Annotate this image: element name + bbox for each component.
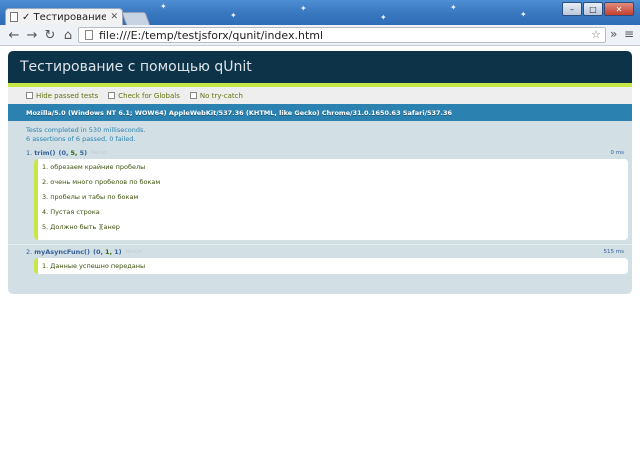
result-assertions: 6 assertions of 6 passed, 0 failed. <box>26 135 136 143</box>
passed-count: 1, <box>105 247 113 256</box>
rerun-link[interactable]: Rerun <box>91 150 107 156</box>
test-runtime: 0 ms <box>610 149 624 156</box>
tab-title: ✓ Тестирование с помощ <box>22 11 107 23</box>
test-counts: (0, 5, 5) <box>58 149 87 157</box>
page-viewport: Тестирование с помощью qUnit Hide passed… <box>0 46 640 460</box>
home-button[interactable]: ⌂ <box>60 27 76 43</box>
no-try-catch-checkbox[interactable]: No try-catch <box>189 92 243 100</box>
star-icon: ✦ <box>520 10 527 19</box>
back-button[interactable]: ← <box>6 27 22 43</box>
check-globals-checkbox[interactable]: Check for Globals <box>108 92 180 100</box>
check-globals-label[interactable]: Check for Globals <box>118 92 180 100</box>
failed-count: (0, <box>58 148 69 157</box>
total-count: 1) <box>114 247 122 256</box>
test-item-my-async-func[interactable]: 2. myAsyncFunc() (0, 1, 1) Rerun 515 ms <box>8 245 632 258</box>
list-item: 4. Пустая строка <box>42 207 100 216</box>
window-titlebar: ✦ ✦ ✦ ✦ ✦ ✦ ✓ Тестирование с помощ ✕ – □… <box>0 0 640 26</box>
forward-button[interactable]: → <box>24 27 40 43</box>
close-button[interactable]: ✕ <box>604 2 634 16</box>
star-icon: ✦ <box>230 11 237 20</box>
list-item: 1. обрезаем крайние пробелы <box>42 162 146 171</box>
star-icon: ✦ <box>300 4 307 13</box>
maximize-button[interactable]: □ <box>583 2 603 16</box>
browser-toolbar: ← → ↻ ⌂ file:///E:/temp/testjsforx/qunit… <box>0 25 640 46</box>
browser-tab[interactable]: ✓ Тестирование с помощ ✕ <box>5 8 123 25</box>
star-icon: ✦ <box>160 2 167 11</box>
qunit-container: Тестирование с помощью qUnit Hide passed… <box>8 51 632 294</box>
extensions-chevron-icon[interactable]: » <box>610 27 617 41</box>
test-counts: (0, 1, 1) <box>93 248 122 256</box>
page-icon <box>85 30 93 40</box>
new-tab-button[interactable] <box>121 12 151 26</box>
address-bar[interactable]: file:///E:/temp/testjsforx/qunit/index.h… <box>78 27 606 43</box>
test-name[interactable]: trim() <box>34 149 55 157</box>
address-url: file:///E:/temp/testjsforx/qunit/index.h… <box>99 28 324 42</box>
hide-passed-label[interactable]: Hide passed tests <box>36 92 98 100</box>
menu-icon[interactable]: ≡ <box>624 27 634 41</box>
assert-list: 1. обрезаем крайние пробелы 2. очень мно… <box>34 159 628 240</box>
list-item: 3. пробелы и табы по бокам <box>42 192 139 201</box>
window-controls: – □ ✕ <box>562 2 634 16</box>
qunit-test-result: Tests completed in 530 milliseconds. 6 a… <box>8 121 632 146</box>
no-try-catch-label[interactable]: No try-catch <box>200 92 243 100</box>
star-icon: ✦ <box>450 3 457 12</box>
qunit-header[interactable]: Тестирование с помощью qUnit <box>8 51 632 83</box>
checkbox-box[interactable] <box>108 92 116 99</box>
total-count: 5) <box>79 148 88 157</box>
list-item: 2. очень много пробелов по бокам <box>42 177 161 186</box>
star-icon: ✦ <box>380 13 387 22</box>
hide-passed-checkbox[interactable]: Hide passed tests <box>26 92 98 100</box>
test-number: 1. <box>26 148 33 157</box>
test-name[interactable]: myAsyncFunc() <box>34 248 90 256</box>
qunit-toolbar: Hide passed tests Check for Globals No t… <box>8 87 632 104</box>
bookmark-star-icon[interactable]: ☆ <box>591 28 601 41</box>
assert-list: 1. Данные успешно переданы <box>34 258 628 274</box>
passed-count: 5, <box>70 148 78 157</box>
list-item: 5. Должно быть ][анер <box>42 222 120 231</box>
checkbox-box[interactable] <box>26 92 33 99</box>
page-icon <box>10 12 18 22</box>
tab-close-icon[interactable]: ✕ <box>110 12 118 22</box>
test-runtime: 515 ms <box>603 248 624 255</box>
test-item-trim[interactable]: 1. trim() (0, 5, 5) Rerun 0 ms <box>8 146 632 159</box>
rerun-link[interactable]: Rerun <box>126 249 142 255</box>
failed-count: (0, <box>93 247 103 256</box>
minimize-button[interactable]: – <box>562 2 582 16</box>
list-item: 1. Данные успешно переданы <box>42 261 146 270</box>
checkbox-box[interactable] <box>189 92 197 99</box>
result-duration: Tests completed in 530 milliseconds. <box>26 126 146 134</box>
reload-button[interactable]: ↻ <box>42 27 58 43</box>
test-number: 2. <box>26 247 33 256</box>
qunit-user-agent: Mozilla/5.0 (Windows NT 6.1; WOW64) Appl… <box>8 104 632 121</box>
